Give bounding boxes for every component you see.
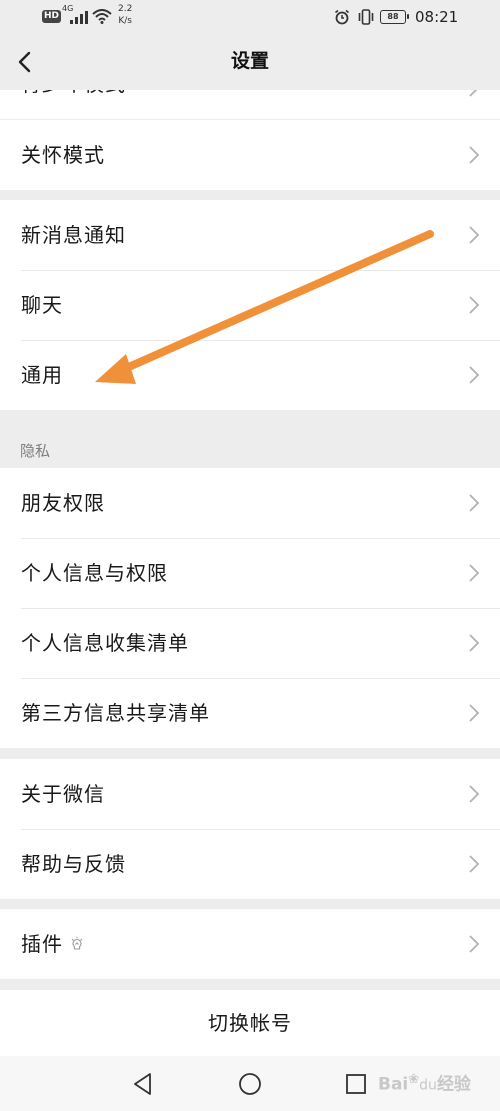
net-speed-unit: K/s — [118, 16, 132, 26]
page-title: 设置 — [230, 50, 269, 72]
settings-group-about: 关于微信 帮助与反馈 — [0, 759, 500, 899]
plugin-bulb-icon — [71, 936, 83, 950]
paw-icon: ❀ — [408, 1072, 420, 1087]
settings-row-personal-info-permissions[interactable]: 个人信息与权限 — [0, 538, 500, 608]
chevron-right-icon — [469, 494, 480, 512]
alarm-icon — [335, 9, 349, 25]
settings-row-label: 个人信息与权限 — [21, 561, 168, 585]
nav-bar: 设置 — [0, 34, 500, 90]
signal-icon — [70, 11, 88, 24]
chevron-right-icon — [469, 146, 480, 164]
hd-badge: HD — [42, 10, 62, 23]
chevron-right-icon — [469, 564, 480, 582]
settings-row-label: 朋友权限 — [21, 491, 105, 515]
chevron-right-icon — [469, 634, 480, 652]
watermark-brand-end: 经验 — [436, 1074, 471, 1095]
clock: 08:21 — [415, 8, 459, 26]
settings-group-general: 新消息通知 聊天 通用 — [0, 200, 500, 410]
settings-row-label: 帮助与反馈 — [21, 852, 126, 876]
settings-row-teen-mode[interactable]: 青少年模式 — [0, 90, 500, 119]
settings-row-label: 青少年模式 — [21, 90, 126, 104]
chevron-right-icon — [469, 226, 480, 244]
net-speed: 2.2 K/s — [118, 3, 132, 27]
settings-row-label: 第三方信息共享清单 — [21, 701, 210, 725]
net-speed-value: 2.2 — [118, 4, 133, 14]
settings-row-general[interactable]: 通用 — [0, 340, 500, 410]
settings-row-label: 关于微信 — [21, 782, 105, 806]
nav-home-circle-icon[interactable] — [237, 1071, 263, 1097]
settings-row-label-wrap: 插件 — [21, 909, 85, 979]
nav-back-triangle-icon[interactable] — [130, 1071, 156, 1097]
battery-indicator: 88 — [380, 10, 409, 24]
nav-recent-square-icon[interactable] — [343, 1071, 369, 1097]
settings-row-third-party-sharing[interactable]: 第三方信息共享清单 — [0, 678, 500, 748]
baidu-watermark: Bai❀du经验 — [378, 1056, 498, 1106]
settings-row-about-wechat[interactable]: 关于微信 — [0, 759, 500, 829]
settings-row-help-feedback[interactable]: 帮助与反馈 — [0, 829, 500, 899]
settings-row-chat[interactable]: 聊天 — [0, 270, 500, 340]
section-header-label: 隐私 — [20, 442, 51, 460]
settings-row-plugins[interactable]: 插件 — [0, 909, 500, 979]
settings-row-label: 聊天 — [21, 293, 63, 317]
chevron-right-icon — [469, 90, 478, 97]
chevron-right-icon — [469, 296, 480, 314]
settings-group-privacy: 朋友权限 个人信息与权限 个人信息收集清单 第三方信息共享清单 — [0, 468, 500, 748]
wifi-icon — [92, 9, 112, 24]
vibrate-icon — [358, 9, 374, 25]
settings-row-friend-permissions[interactable]: 朋友权限 — [0, 468, 500, 538]
settings-group-plugins: 插件 — [0, 909, 500, 979]
settings-row-label: 插件 — [21, 932, 63, 956]
chevron-right-icon — [469, 704, 480, 722]
settings-row-label: 个人信息收集清单 — [21, 631, 189, 655]
settings-row-notifications[interactable]: 新消息通知 — [0, 200, 500, 270]
settings-row-label: 通用 — [21, 363, 63, 387]
settings-row-personal-info-collection[interactable]: 个人信息收集清单 — [0, 608, 500, 678]
watermark-brand: Bai — [378, 1074, 409, 1095]
section-header-privacy: 隐私 — [0, 410, 500, 468]
chevron-right-icon — [469, 785, 480, 803]
back-button[interactable] — [12, 48, 40, 76]
chevron-right-icon — [469, 935, 480, 953]
chevron-right-icon — [469, 855, 480, 873]
settings-row-care-mode[interactable]: 关怀模式 — [0, 120, 500, 190]
settings-row-label: 新消息通知 — [21, 223, 126, 247]
chevron-right-icon — [469, 366, 480, 384]
settings-row-label: 关怀模式 — [21, 143, 105, 167]
switch-account-button[interactable]: 切换帐号 — [0, 990, 500, 1056]
status-bar: HD 4G 2.2 K/s 88 08:21 — [0, 0, 500, 34]
watermark-sub: du — [419, 1077, 437, 1094]
settings-group-care: 关怀模式 — [0, 120, 500, 190]
